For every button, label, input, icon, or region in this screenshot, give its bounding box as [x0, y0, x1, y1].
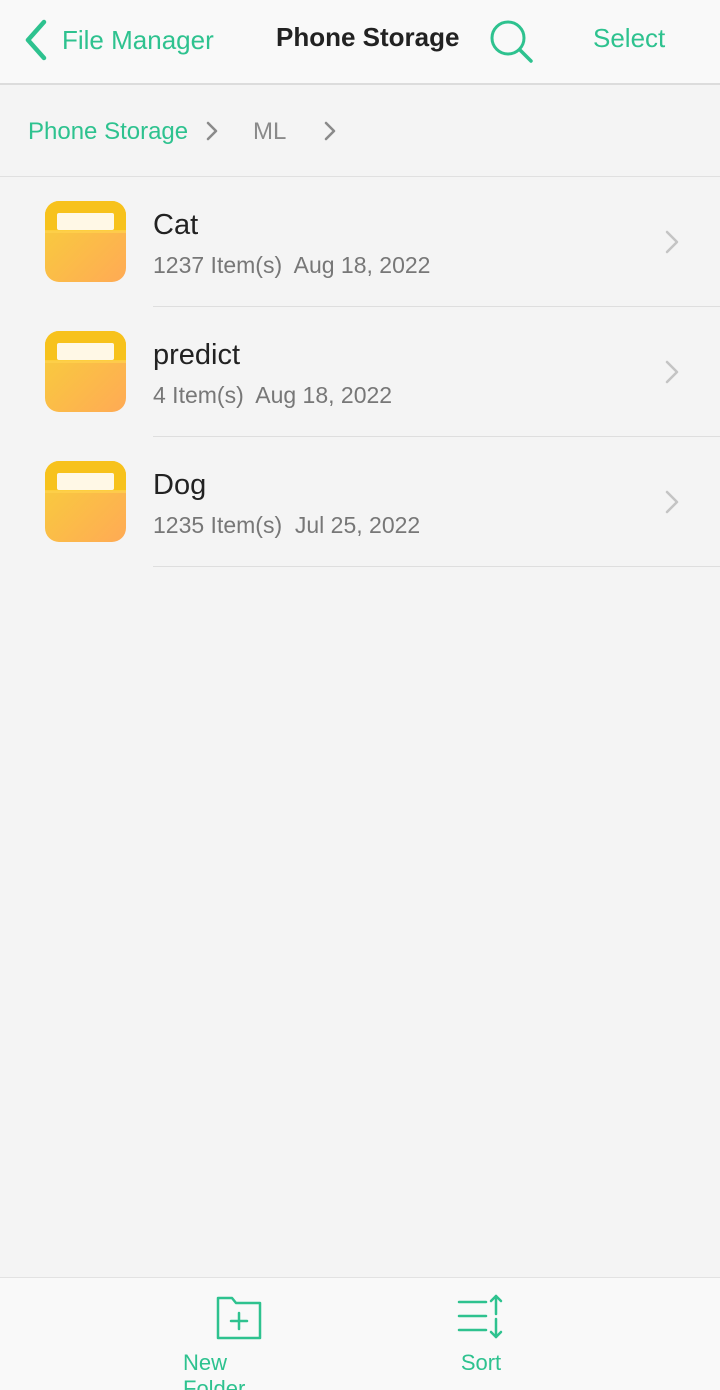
folder-name: predict [153, 339, 241, 371]
select-button[interactable]: Select [593, 23, 665, 54]
folder-name: Dog [153, 469, 207, 501]
page-title: Phone Storage [276, 22, 460, 52]
breadcrumb-item-ml[interactable]: ML [253, 118, 286, 146]
back-label: File Manager [62, 24, 214, 55]
sort-button[interactable]: Sort [438, 1292, 524, 1376]
file-manager-screen: File Manager Phone Storage Select Phone … [0, 0, 720, 1390]
folder-meta: 1235 Item(s) Jul 25, 2022 [153, 512, 421, 538]
search-button[interactable] [484, 14, 540, 70]
folder-meta: 4 Item(s) Aug 18, 2022 [153, 382, 393, 408]
chevron-right-icon [324, 121, 336, 141]
divider [153, 566, 720, 567]
file-list: Cat 1237 Item(s) Aug 18, 2022 predict 4 … [0, 177, 720, 567]
folder-meta: 1237 Item(s) Aug 18, 2022 [153, 252, 431, 278]
new-folder-icon [216, 1296, 262, 1340]
top-bar: File Manager Phone Storage Select [0, 0, 720, 85]
new-folder-button[interactable]: New Folder [183, 1292, 295, 1390]
new-folder-label: New Folder [183, 1350, 246, 1390]
folder-icon [45, 331, 126, 412]
back-button[interactable]: File Manager [18, 14, 214, 66]
breadcrumb: Phone Storage ML [0, 87, 720, 177]
list-item[interactable]: Cat 1237 Item(s) Aug 18, 2022 [0, 177, 720, 307]
folder-icon [45, 201, 126, 282]
sort-icon [457, 1294, 503, 1339]
folder-name: Cat [153, 209, 199, 241]
sort-label: Sort [460, 1350, 502, 1375]
chevron-left-icon [25, 19, 47, 61]
chevron-right-icon [665, 360, 679, 384]
chevron-right-icon [665, 490, 679, 514]
chevron-right-icon [665, 230, 679, 254]
chevron-right-icon [206, 121, 218, 141]
breadcrumb-item-phone-storage[interactable]: Phone Storage [28, 118, 188, 146]
list-item[interactable]: Dog 1235 Item(s) Jul 25, 2022 [0, 437, 720, 567]
bottom-toolbar: New Folder Sort [0, 1277, 720, 1390]
folder-icon [45, 461, 126, 542]
list-item[interactable]: predict 4 Item(s) Aug 18, 2022 [0, 307, 720, 437]
search-icon [490, 20, 533, 63]
